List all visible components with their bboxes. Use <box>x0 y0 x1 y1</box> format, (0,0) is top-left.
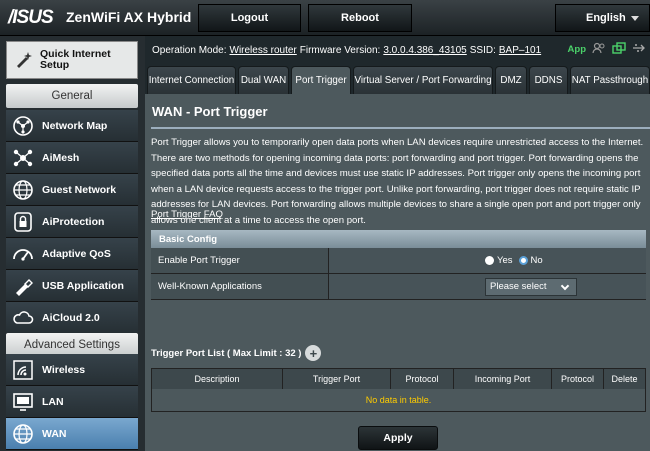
tab-ddns[interactable]: DDNS <box>529 66 568 94</box>
yes-label: Yes <box>497 255 513 266</box>
radio-unselected-icon <box>485 256 494 265</box>
main-content: Operation Mode: Wireless router Firmware… <box>145 36 650 451</box>
chevron-down-icon <box>631 16 639 21</box>
operation-mode-label: Operation Mode: <box>152 44 227 56</box>
empty-table-message: No data in table. <box>152 389 645 411</box>
users-icon[interactable] <box>592 42 606 57</box>
sidebar-item-usb-application[interactable]: USB Application <box>6 270 138 302</box>
language-select[interactable]: English <box>555 4 650 32</box>
logout-button[interactable]: Logout <box>198 4 301 32</box>
usb-icon <box>10 273 36 299</box>
enable-port-trigger-label: Enable Port Trigger <box>151 248 329 273</box>
sidebar-item-label: Network Map <box>42 119 108 132</box>
cloud-icon <box>10 305 36 331</box>
apply-button[interactable]: Apply <box>358 426 438 450</box>
no-label: No <box>530 255 543 266</box>
quick-setup-label: Quick Internet Setup <box>40 48 111 71</box>
sidebar-item-label: USB Application <box>42 279 124 292</box>
well-known-apps-row: Well-Known Applications Please select <box>151 274 646 300</box>
gauge-icon <box>10 241 36 267</box>
tab-dmz[interactable]: DMZ <box>495 66 527 94</box>
ssid-link[interactable]: BAP–101 <box>499 45 541 56</box>
sidebar-item-aiprotection[interactable]: AiProtection <box>6 206 138 238</box>
firmware-link[interactable]: 3.0.0.4.386_43105 <box>383 45 466 56</box>
page-description: Port Trigger allows you to temporarily o… <box>151 137 644 226</box>
tab-nat-passthrough[interactable]: NAT Passthrough <box>570 66 650 94</box>
enable-yes-radio[interactable]: Yes <box>485 255 513 266</box>
trigger-port-list-header: Trigger Port List ( Max Limit : 32 ) + <box>151 345 322 361</box>
product-name: ZenWiFi AX Hybrid <box>66 9 192 25</box>
operation-mode-link[interactable]: Wireless router <box>230 45 297 56</box>
col-incoming-port: Incoming Port <box>454 369 552 389</box>
wireless-icon <box>10 357 36 383</box>
sidebar-item-aimesh[interactable]: AiMesh <box>6 142 138 174</box>
sidebar-item-label: AiCloud 2.0 <box>42 311 100 324</box>
enable-port-trigger-row: Enable Port Trigger Yes No <box>151 248 646 274</box>
table-header-row: Description Trigger Port Protocol Incomi… <box>152 369 645 389</box>
port-trigger-faq-link[interactable]: Port Trigger FAQ <box>151 209 223 220</box>
sidebar-item-label: AiProtection <box>42 215 105 228</box>
title-divider <box>151 127 650 129</box>
reboot-button[interactable]: Reboot <box>308 4 412 32</box>
well-known-apps-label: Well-Known Applications <box>151 274 329 299</box>
col-protocol: Protocol <box>391 369 454 389</box>
quick-internet-setup-button[interactable]: Quick Internet Setup <box>6 41 138 79</box>
tab-virtual-server[interactable]: Virtual Server / Port Forwarding <box>353 66 493 94</box>
col-description: Description <box>152 369 283 389</box>
top-bar: /ISUS ZenWiFi AX Hybrid Logout Reboot En… <box>0 0 650 36</box>
globe-icon <box>10 421 36 447</box>
sidebar-item-wireless[interactable]: Wireless <box>6 354 138 386</box>
sidebar-item-guest-network[interactable]: Guest Network <box>6 174 138 206</box>
trigger-port-table: Description Trigger Port Protocol Incomi… <box>151 368 646 412</box>
col-protocol-2: Protocol <box>552 369 604 389</box>
firmware-label: Firmware Version: <box>299 44 381 56</box>
col-delete: Delete <box>611 374 638 384</box>
asus-logo: /ISUS <box>8 7 54 28</box>
lan-icon <box>10 389 36 415</box>
col-trigger-port: Trigger Port <box>283 369 391 389</box>
well-known-apps-select[interactable]: Please select <box>485 277 577 296</box>
ssid-label: SSID: <box>469 44 496 56</box>
basic-config-header: Basic Config <box>151 230 646 248</box>
basic-config-table: Basic Config Enable Port Trigger Yes No <box>151 230 646 300</box>
page-title: WAN - Port Trigger <box>152 104 268 119</box>
wizard-icon <box>13 49 35 71</box>
usb-status-icon[interactable] <box>632 42 646 57</box>
sidebar-item-adaptive-qos[interactable]: Adaptive QoS <box>6 238 138 270</box>
sidebar-item-wan[interactable]: WAN <box>6 418 138 450</box>
add-rule-icon[interactable]: + <box>305 345 322 361</box>
sidebar-item-label: WAN <box>42 427 67 440</box>
sidebar-item-network-map[interactable]: Network Map <box>6 110 138 142</box>
general-section-header: General <box>6 84 138 108</box>
tab-bar: Internet Connection Dual WAN Port Trigge… <box>145 66 650 94</box>
content-panel: WAN - Port Trigger Port Trigger allows y… <box>145 94 650 451</box>
language-label: English <box>586 12 626 24</box>
trigger-port-list-title: Trigger Port List ( Max Limit : 32 ) <box>151 347 302 359</box>
tab-port-trigger[interactable]: Port Trigger <box>291 66 351 94</box>
sidebar-item-aicloud[interactable]: AiCloud 2.0 <box>6 302 138 334</box>
enable-no-radio[interactable]: No <box>518 255 543 266</box>
sidebar: Quick Internet Setup General Network Map… <box>0 36 145 451</box>
radio-selected-icon <box>518 256 528 265</box>
tab-internet-connection[interactable]: Internet Connection <box>147 66 236 94</box>
tab-dual-wan[interactable]: Dual WAN <box>238 66 289 94</box>
sidebar-item-lan[interactable]: LAN <box>6 386 138 418</box>
app-link[interactable]: App <box>568 44 586 55</box>
sidebar-item-label: Adaptive QoS <box>42 247 111 260</box>
chevron-down-icon <box>560 281 570 290</box>
sidebar-item-label: Guest Network <box>42 183 117 196</box>
sidebar-item-label: Wireless <box>42 363 86 376</box>
sidebar-item-label: AiMesh <box>42 151 80 164</box>
apps-select-value: Please select <box>490 281 547 292</box>
status-icons: App <box>568 42 646 57</box>
sidebar-item-label: LAN <box>42 395 64 408</box>
guest-network-icon <box>10 177 36 203</box>
status-bar: Operation Mode: Wireless router Firmware… <box>145 36 650 64</box>
network-map-icon <box>10 113 36 139</box>
aimesh-icon <box>10 145 36 171</box>
connection-status-icon[interactable] <box>612 42 626 57</box>
lock-icon <box>10 209 36 235</box>
